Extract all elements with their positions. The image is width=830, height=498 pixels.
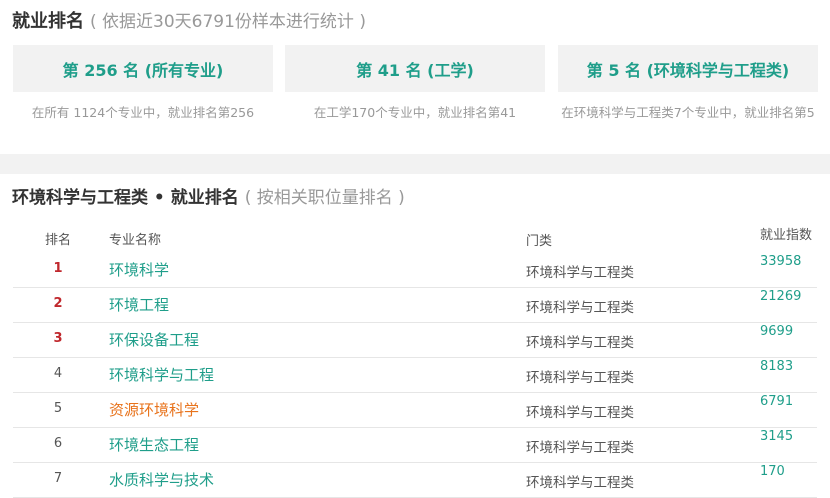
row-index: 170 [760,464,785,479]
table-row: 2 环境工程 环境科学与工程类 21269 [13,287,817,323]
row-category: 环境科学与工程类 [526,405,634,421]
section-title-main: 环境科学与工程类 • 就业排名 [12,188,239,208]
row-category: 环境科学与工程类 [526,265,634,281]
table-header-name: 专业名称 [109,233,162,248]
table-row: 6 环境生态工程 环境科学与工程类 3145 [13,427,817,463]
row-rank: 6 [53,436,63,451]
row-major-link[interactable]: 环境生态工程 [109,434,199,455]
row-index: 21269 [760,289,802,304]
row-major-link[interactable]: 资源环境科学 [109,399,199,420]
table-row-current: 5 资源环境科学 环境科学与工程类 6791 [13,392,817,428]
table-header-index: 就业指数 [760,228,813,243]
rank-desc-all-majors: 在所有 1124个专业中，就业排名第256 [31,105,255,120]
table-row: 4 环境科学与工程 环境科学与工程类 8183 [13,357,817,393]
row-category: 环境科学与工程类 [526,440,634,456]
section-title-main: 就业排名 [12,11,84,32]
table-header-rank: 排名 [44,233,71,248]
row-major-link[interactable]: 环境工程 [109,294,169,315]
rank-card-category[interactable]: 第 5 名 (环境科学与工程类) [558,45,818,92]
section-title-employment-rank: 就业排名 ( 依据近30天6791份样本进行统计 ) [12,8,366,36]
row-index: 9699 [760,324,794,339]
rank-card-engineering[interactable]: 第 41 名 (工学) [285,45,545,92]
table-header-category: 门类 [526,234,553,249]
row-rank: 1 [53,261,63,276]
row-index: 8183 [760,359,794,374]
row-category: 环境科学与工程类 [526,475,634,491]
row-index: 6791 [760,394,794,409]
row-major-link[interactable]: 环境科学 [109,259,169,280]
row-major-link[interactable]: 水质科学与技术 [109,469,214,490]
rank-card-label: 第 41 名 (工学) [356,60,474,80]
rank-desc-engineering: 在工学170个专业中，就业排名第41 [313,105,517,120]
row-rank: 7 [53,471,63,486]
row-rank: 3 [53,331,63,346]
section-divider [0,154,830,174]
table-row: 3 环保设备工程 环境科学与工程类 9699 [13,322,817,358]
rank-desc-category: 在环境科学与工程类7个专业中，就业排名第5 [561,105,815,120]
table-row: 1 环境科学 环境科学与工程类 33958 [13,252,817,288]
row-major-link[interactable]: 环保设备工程 [109,329,199,350]
row-rank: 2 [53,296,63,311]
rank-card-label: 第 256 名 (所有专业) [62,60,224,80]
row-index: 3145 [760,429,794,444]
rank-card-all-majors[interactable]: 第 256 名 (所有专业) [13,45,273,92]
row-rank: 4 [53,366,63,381]
row-rank: 5 [53,401,63,416]
row-category: 环境科学与工程类 [526,370,634,386]
row-index: 33958 [760,254,802,269]
table-row: 7 水质科学与技术 环境科学与工程类 170 [13,462,817,498]
row-category: 环境科学与工程类 [526,335,634,351]
section-title-category-rank: 环境科学与工程类 • 就业排名( 按相关职位量排名 ) [12,184,405,212]
rank-card-label: 第 5 名 (环境科学与工程类) [586,60,790,80]
section-title-subtitle: ( 依据近30天6791份样本进行统计 ) [90,12,366,32]
row-major-link[interactable]: 环境科学与工程 [109,364,214,385]
row-category: 环境科学与工程类 [526,300,634,316]
section-title-subtitle: ( 按相关职位量排名 ) [244,188,405,208]
